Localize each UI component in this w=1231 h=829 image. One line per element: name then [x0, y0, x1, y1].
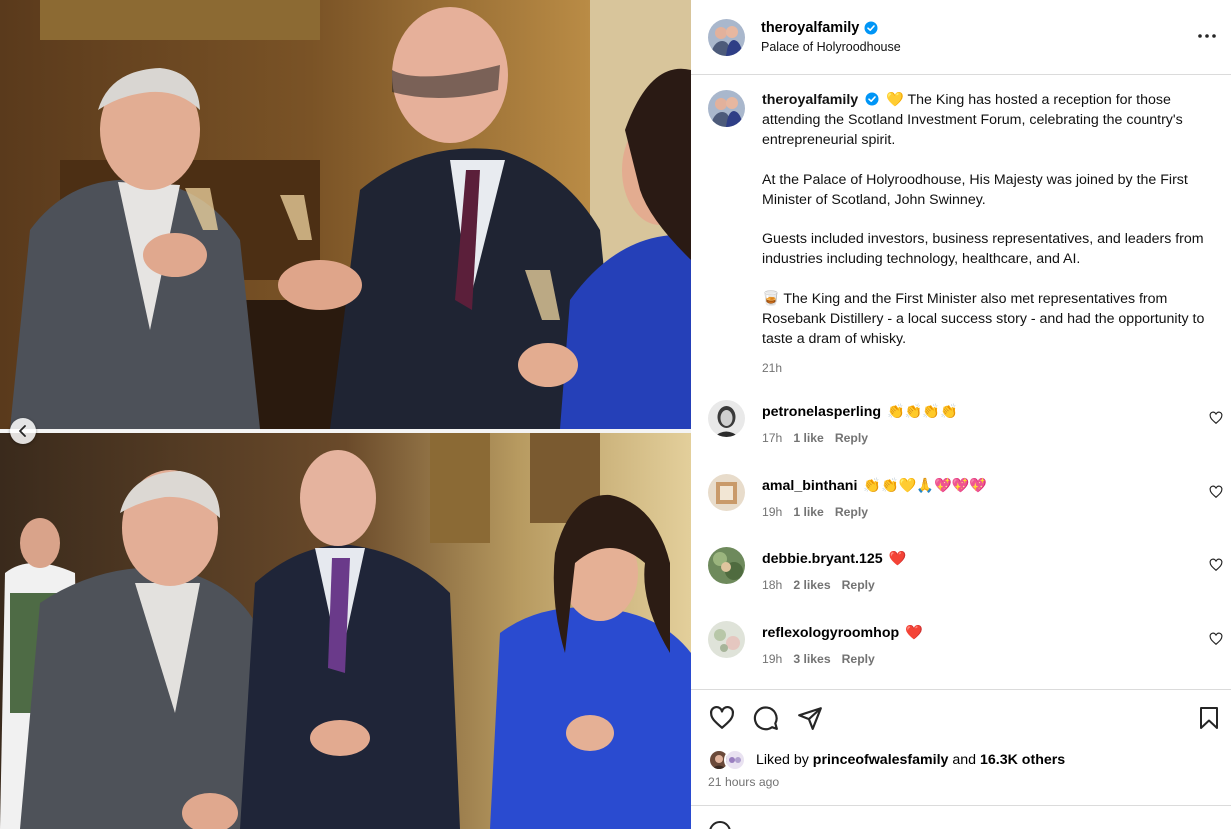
- commenter-avatar[interactable]: [708, 473, 745, 511]
- reply-button[interactable]: Reply: [842, 652, 875, 666]
- comments-list: petronelasperling 👏👏👏👏 17h 1 like Reply: [708, 399, 1223, 693]
- comment-time[interactable]: 17h: [762, 431, 782, 445]
- likes-count[interactable]: 16.3K others: [980, 752, 1065, 768]
- likes-summary: Liked by princeofwalesfamily and 16.3K o…: [708, 749, 1065, 771]
- comment-text: ❤️: [888, 551, 907, 567]
- comment-time[interactable]: 19h: [762, 652, 782, 666]
- heart-icon[interactable]: [1209, 485, 1223, 499]
- post-caption: theroyalfamily 💛 The King has hosted a r…: [708, 90, 1223, 378]
- comment-time[interactable]: 18h: [762, 578, 782, 592]
- verified-badge-icon: [864, 21, 878, 35]
- more-options-button[interactable]: [1195, 24, 1219, 48]
- comment-item: debbie.bryant.125 ❤️ 18h 2 likes Reply: [708, 546, 1223, 620]
- post-location[interactable]: Palace of Holyroodhouse: [761, 40, 901, 54]
- action-bar: [708, 704, 1223, 732]
- emoji-icon[interactable]: [708, 820, 732, 829]
- whisky-emoji: 🥃: [762, 290, 780, 307]
- chevron-left-icon: [19, 425, 26, 437]
- commenter-avatar[interactable]: [708, 620, 745, 658]
- comment-likes[interactable]: 1 like: [793, 505, 824, 519]
- share-icon: [798, 707, 822, 730]
- post-details-panel: theroyalfamily Palace of Holyroodhouse t…: [691, 0, 1231, 829]
- heart-icon[interactable]: [1209, 411, 1223, 425]
- reply-button[interactable]: Reply: [835, 431, 868, 445]
- verified-badge-icon: [865, 92, 879, 106]
- liker-avatars: [708, 749, 752, 771]
- comment-icon: [753, 706, 778, 731]
- comment-time[interactable]: 19h: [762, 505, 782, 519]
- photo-whisky-toast: [0, 0, 691, 429]
- reply-button[interactable]: Reply: [842, 578, 875, 592]
- author-avatar[interactable]: [708, 18, 745, 56]
- comment-item: petronelasperling 👏👏👏👏 17h 1 like Reply: [708, 399, 1223, 473]
- commenter-avatar[interactable]: [708, 400, 745, 437]
- heart-icon[interactable]: [1209, 558, 1223, 572]
- comment-likes[interactable]: 1 like: [793, 431, 824, 445]
- caption-username[interactable]: theroyalfamily: [762, 92, 858, 108]
- bookmark-icon: [1200, 707, 1218, 729]
- heart-icon[interactable]: [1209, 632, 1223, 646]
- comment-input-divider: [691, 805, 1231, 806]
- save-button[interactable]: [1195, 704, 1223, 732]
- caption-paragraph-4: 🥃 The King and the First Minister also m…: [762, 289, 1212, 349]
- yellow-heart-emoji: 💛: [886, 92, 904, 108]
- more-options-icon: [1198, 34, 1216, 38]
- commenter-avatar[interactable]: [708, 547, 745, 584]
- caption-paragraph-2: At the Palace of Holyroodhouse, His Maje…: [762, 171, 1188, 208]
- caption-timestamp[interactable]: 21h: [762, 358, 1212, 378]
- commenter-username[interactable]: reflexologyroomhop: [762, 620, 899, 646]
- post-media[interactable]: [0, 0, 691, 829]
- comment-likes[interactable]: 3 likes: [793, 652, 830, 666]
- commenter-username[interactable]: amal_binthani: [762, 473, 857, 499]
- comment-text: ❤️: [905, 624, 923, 641]
- liked-by-user[interactable]: princeofwalesfamily: [813, 752, 949, 768]
- caption-avatar[interactable]: [708, 90, 745, 127]
- commenter-username[interactable]: petronelasperling: [762, 399, 881, 425]
- post-timestamp[interactable]: 21 hours ago: [708, 775, 779, 789]
- caption-paragraph-1: theroyalfamily 💛 The King has hosted a r…: [762, 90, 1212, 150]
- comment-item: reflexologyroomhop ❤️ 19h 3 likes Reply: [708, 620, 1223, 694]
- comment-item: amal_binthani 👏👏💛🙏💖💖💖 19h 1 like Reply: [708, 473, 1223, 547]
- liker-avatar[interactable]: [724, 749, 746, 771]
- comment-text: 👏👏👏👏: [887, 404, 958, 420]
- caption-text-4: The King and the First Minister also met…: [762, 290, 1205, 347]
- carousel-prev-button[interactable]: [10, 418, 36, 444]
- heart-icon: [710, 705, 734, 729]
- comment-button[interactable]: [752, 704, 780, 732]
- comment-text: 👏👏💛🙏💖💖💖: [863, 477, 988, 494]
- commenter-username[interactable]: debbie.bryant.125: [762, 546, 883, 572]
- photo-reception-group: [0, 433, 691, 829]
- comment-likes[interactable]: 2 likes: [793, 578, 830, 592]
- liked-by-and: and: [952, 752, 977, 768]
- author-username[interactable]: theroyalfamily: [761, 20, 859, 36]
- post-header: theroyalfamily Palace of Holyroodhouse: [691, 0, 1231, 75]
- like-button[interactable]: [708, 704, 736, 732]
- caption-paragraph-3: Guests included investors, business repr…: [762, 231, 1204, 267]
- share-button[interactable]: [796, 704, 824, 732]
- reply-button[interactable]: Reply: [835, 505, 868, 519]
- liked-by-text: Liked by princeofwalesfamily and 16.3K o…: [756, 752, 1065, 768]
- liked-by-prefix: Liked by: [756, 752, 809, 768]
- actions-divider: [691, 689, 1231, 690]
